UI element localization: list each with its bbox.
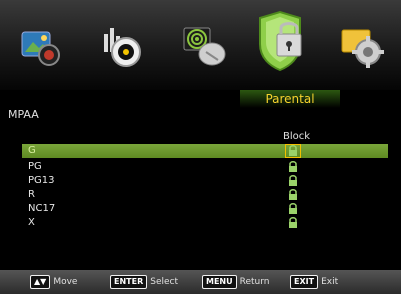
tab-parental-label: Parental (240, 90, 340, 108)
rating-row-g[interactable]: G (22, 144, 388, 158)
lock-icon[interactable] (285, 144, 301, 158)
lock-icon[interactable] (286, 203, 300, 215)
picture-icon[interactable] (16, 22, 64, 70)
footer-hint-bar: ▲▼ Move ENTER Select MENU Return EXIT Exit (0, 270, 401, 294)
satellite-dish-icon[interactable] (180, 22, 228, 70)
speaker-icon[interactable] (98, 22, 146, 70)
exit-hint: EXIT Exit (290, 275, 338, 289)
rating-row-pg13[interactable]: PG13 (22, 174, 388, 188)
rating-label: G (28, 145, 36, 156)
move-hint: ▲▼ Move (30, 275, 77, 289)
select-hint: ENTER Select (110, 275, 178, 289)
lock-icon[interactable] (286, 189, 300, 201)
menu-key: MENU (202, 275, 237, 289)
rating-row-nc17[interactable]: NC17 (22, 202, 388, 216)
enter-key: ENTER (110, 275, 148, 289)
lock-icon[interactable] (286, 175, 300, 187)
lock-icon[interactable] (286, 161, 300, 173)
exit-key: EXIT (290, 275, 319, 289)
block-column-header: Block (283, 131, 311, 142)
rating-label: NC17 (28, 203, 56, 214)
gear-icon[interactable] (338, 22, 386, 70)
rating-row-r[interactable]: R (22, 188, 388, 202)
section-title: MPAA (8, 108, 39, 121)
up-down-arrows-icon: ▲▼ (30, 275, 51, 289)
rating-label: PG (28, 161, 42, 172)
rating-row-pg[interactable]: PG (22, 160, 388, 174)
top-menu-bar (0, 0, 401, 90)
rating-row-x[interactable]: X (22, 216, 388, 230)
shield-lock-icon[interactable] (252, 10, 308, 82)
rating-label: PG13 (28, 175, 55, 186)
return-hint: MENU Return (202, 275, 270, 289)
rating-label: R (28, 189, 35, 200)
lock-icon[interactable] (286, 217, 300, 229)
rating-label: X (28, 217, 35, 228)
